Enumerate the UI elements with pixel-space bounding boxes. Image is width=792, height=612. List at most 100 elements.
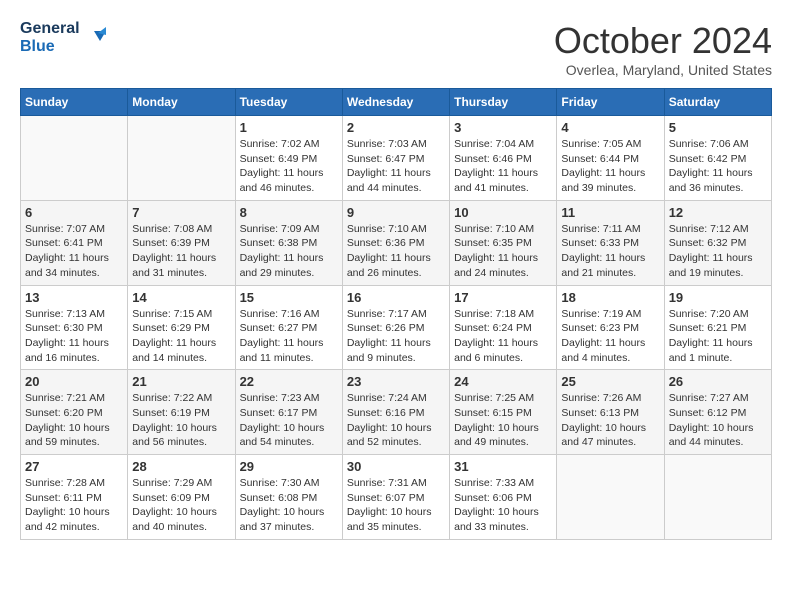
calendar-cell: 31 Sunrise: 7:33 AM Sunset: 6:06 PM Dayli… xyxy=(450,455,557,540)
day-info: Sunrise: 7:04 AM Sunset: 6:46 PM Dayligh… xyxy=(454,137,552,196)
calendar-cell: 15 Sunrise: 7:16 AM Sunset: 6:27 PM Dayli… xyxy=(235,285,342,370)
calendar-cell: 9Sunrise: 7:10 AM Sunset: 6:36 PM Daylig… xyxy=(342,200,449,285)
day-number: 19 xyxy=(669,290,767,305)
day-info: Sunrise: 7:19 AM Sunset: 6:23 PM Dayligh… xyxy=(561,307,659,366)
weekday-header-tuesday: Tuesday xyxy=(235,89,342,116)
calendar-cell: 5 Sunrise: 7:06 AM Sunset: 6:42 PM Daylig… xyxy=(664,116,771,201)
calendar-table: SundayMondayTuesdayWednesdayThursdayFrid… xyxy=(20,88,772,540)
calendar-cell: 20Sunrise: 7:21 AM Sunset: 6:20 PM Dayli… xyxy=(21,370,128,455)
calendar-cell: 12Sunrise: 7:12 AM Sunset: 6:32 PM Dayli… xyxy=(664,200,771,285)
calendar-cell xyxy=(21,116,128,201)
day-number: 31 xyxy=(454,459,552,474)
calendar-cell: 3 Sunrise: 7:04 AM Sunset: 6:46 PM Daylig… xyxy=(450,116,557,201)
day-number: 25 xyxy=(561,374,659,389)
calendar-cell: 19Sunrise: 7:20 AM Sunset: 6:21 PM Dayli… xyxy=(664,285,771,370)
calendar-cell: 18Sunrise: 7:19 AM Sunset: 6:23 PM Dayli… xyxy=(557,285,664,370)
day-info: Sunrise: 7:18 AM Sunset: 6:24 PM Dayligh… xyxy=(454,307,552,366)
calendar-cell: 7 Sunrise: 7:08 AM Sunset: 6:39 PM Daylig… xyxy=(128,200,235,285)
day-info: Sunrise: 7:13 AM Sunset: 6:30 PM Dayligh… xyxy=(25,307,123,366)
calendar-cell xyxy=(664,455,771,540)
logo: General Blue xyxy=(20,20,106,55)
day-info: Sunrise: 7:10 AM Sunset: 6:35 PM Dayligh… xyxy=(454,222,552,281)
day-info: Sunrise: 7:21 AM Sunset: 6:20 PM Dayligh… xyxy=(25,391,123,450)
weekday-header-monday: Monday xyxy=(128,89,235,116)
day-number: 27 xyxy=(25,459,123,474)
calendar-cell: 16 Sunrise: 7:17 AM Sunset: 6:26 PM Dayli… xyxy=(342,285,449,370)
day-number: 23 xyxy=(347,374,445,389)
day-info: Sunrise: 7:29 AM Sunset: 6:09 PM Dayligh… xyxy=(132,476,230,535)
calendar-cell: 22 Sunrise: 7:23 AM Sunset: 6:17 PM Dayli… xyxy=(235,370,342,455)
day-info: Sunrise: 7:17 AM Sunset: 6:26 PM Dayligh… xyxy=(347,307,445,366)
calendar-cell: 11Sunrise: 7:11 AM Sunset: 6:33 PM Dayli… xyxy=(557,200,664,285)
day-number: 14 xyxy=(132,290,230,305)
day-info: Sunrise: 7:24 AM Sunset: 6:16 PM Dayligh… xyxy=(347,391,445,450)
day-number: 21 xyxy=(132,374,230,389)
day-info: Sunrise: 7:03 AM Sunset: 6:47 PM Dayligh… xyxy=(347,137,445,196)
day-info: Sunrise: 7:26 AM Sunset: 6:13 PM Dayligh… xyxy=(561,391,659,450)
day-info: Sunrise: 7:31 AM Sunset: 6:07 PM Dayligh… xyxy=(347,476,445,535)
calendar-cell: 26Sunrise: 7:27 AM Sunset: 6:12 PM Dayli… xyxy=(664,370,771,455)
weekday-header-saturday: Saturday xyxy=(664,89,771,116)
calendar-cell: 25 Sunrise: 7:26 AM Sunset: 6:13 PM Dayli… xyxy=(557,370,664,455)
day-number: 24 xyxy=(454,374,552,389)
calendar-cell: 29 Sunrise: 7:30 AM Sunset: 6:08 PM Dayli… xyxy=(235,455,342,540)
day-number: 22 xyxy=(240,374,338,389)
calendar-cell: 13 Sunrise: 7:13 AM Sunset: 6:30 PM Dayli… xyxy=(21,285,128,370)
day-number: 29 xyxy=(240,459,338,474)
day-info: Sunrise: 7:07 AM Sunset: 6:41 PM Dayligh… xyxy=(25,222,123,281)
day-info: Sunrise: 7:23 AM Sunset: 6:17 PM Dayligh… xyxy=(240,391,338,450)
calendar-cell: 4 Sunrise: 7:05 AM Sunset: 6:44 PM Daylig… xyxy=(557,116,664,201)
day-number: 12 xyxy=(669,205,767,220)
day-number: 5 xyxy=(669,120,767,135)
weekday-header-thursday: Thursday xyxy=(450,89,557,116)
month-title: October 2024 xyxy=(554,20,772,62)
calendar-cell: 2Sunrise: 7:03 AM Sunset: 6:47 PM Daylig… xyxy=(342,116,449,201)
location-subtitle: Overlea, Maryland, United States xyxy=(554,62,772,78)
day-number: 30 xyxy=(347,459,445,474)
day-number: 17 xyxy=(454,290,552,305)
logo-bird-icon xyxy=(84,27,106,49)
calendar-cell xyxy=(128,116,235,201)
day-info: Sunrise: 7:02 AM Sunset: 6:49 PM Dayligh… xyxy=(240,137,338,196)
day-number: 7 xyxy=(132,205,230,220)
day-number: 28 xyxy=(132,459,230,474)
calendar-cell: 14 Sunrise: 7:15 AM Sunset: 6:29 PM Dayli… xyxy=(128,285,235,370)
day-info: Sunrise: 7:16 AM Sunset: 6:27 PM Dayligh… xyxy=(240,307,338,366)
logo-text-blue: Blue xyxy=(20,38,80,56)
day-number: 16 xyxy=(347,290,445,305)
day-number: 13 xyxy=(25,290,123,305)
calendar-cell: 1 Sunrise: 7:02 AM Sunset: 6:49 PM Daylig… xyxy=(235,116,342,201)
day-info: Sunrise: 7:22 AM Sunset: 6:19 PM Dayligh… xyxy=(132,391,230,450)
day-number: 9 xyxy=(347,205,445,220)
calendar-cell: 30 Sunrise: 7:31 AM Sunset: 6:07 PM Dayli… xyxy=(342,455,449,540)
title-area: October 2024 Overlea, Maryland, United S… xyxy=(554,20,772,78)
day-info: Sunrise: 7:25 AM Sunset: 6:15 PM Dayligh… xyxy=(454,391,552,450)
calendar-cell: 17 Sunrise: 7:18 AM Sunset: 6:24 PM Dayli… xyxy=(450,285,557,370)
logo-text-general: General xyxy=(20,20,80,38)
calendar-cell: 8 Sunrise: 7:09 AM Sunset: 6:38 PM Daylig… xyxy=(235,200,342,285)
day-info: Sunrise: 7:27 AM Sunset: 6:12 PM Dayligh… xyxy=(669,391,767,450)
day-info: Sunrise: 7:09 AM Sunset: 6:38 PM Dayligh… xyxy=(240,222,338,281)
day-info: Sunrise: 7:11 AM Sunset: 6:33 PM Dayligh… xyxy=(561,222,659,281)
weekday-header-wednesday: Wednesday xyxy=(342,89,449,116)
calendar-cell: 21 Sunrise: 7:22 AM Sunset: 6:19 PM Dayli… xyxy=(128,370,235,455)
weekday-header-friday: Friday xyxy=(557,89,664,116)
calendar-cell: 10Sunrise: 7:10 AM Sunset: 6:35 PM Dayli… xyxy=(450,200,557,285)
day-number: 15 xyxy=(240,290,338,305)
day-info: Sunrise: 7:30 AM Sunset: 6:08 PM Dayligh… xyxy=(240,476,338,535)
day-number: 3 xyxy=(454,120,552,135)
calendar-cell: 23 Sunrise: 7:24 AM Sunset: 6:16 PM Dayli… xyxy=(342,370,449,455)
day-info: Sunrise: 7:06 AM Sunset: 6:42 PM Dayligh… xyxy=(669,137,767,196)
day-info: Sunrise: 7:05 AM Sunset: 6:44 PM Dayligh… xyxy=(561,137,659,196)
day-info: Sunrise: 7:08 AM Sunset: 6:39 PM Dayligh… xyxy=(132,222,230,281)
calendar-cell: 6Sunrise: 7:07 AM Sunset: 6:41 PM Daylig… xyxy=(21,200,128,285)
day-info: Sunrise: 7:15 AM Sunset: 6:29 PM Dayligh… xyxy=(132,307,230,366)
calendar-cell: 27 Sunrise: 7:28 AM Sunset: 6:11 PM Dayli… xyxy=(21,455,128,540)
day-number: 4 xyxy=(561,120,659,135)
weekday-header-sunday: Sunday xyxy=(21,89,128,116)
day-info: Sunrise: 7:33 AM Sunset: 6:06 PM Dayligh… xyxy=(454,476,552,535)
day-number: 1 xyxy=(240,120,338,135)
day-info: Sunrise: 7:28 AM Sunset: 6:11 PM Dayligh… xyxy=(25,476,123,535)
page-header: General Blue October 2024 Overlea, Maryl… xyxy=(20,20,772,78)
day-number: 8 xyxy=(240,205,338,220)
